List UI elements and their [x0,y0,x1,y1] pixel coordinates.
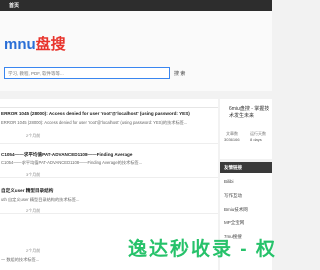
article-item[interactable]: C1054——求平均值PAT-ADVANCED1108——Finding Ave… [0,144,218,178]
article-meta: 2个月前 [26,248,41,253]
search-button[interactable]: 搜 索 [174,70,185,77]
friend-links-heading: 友情链接 [220,162,272,173]
top-nav-bar: 首页 [0,0,272,11]
friend-link[interactable]: Bmiu技术网 [224,207,248,213]
friend-link[interactable]: 写作互动 [224,193,242,199]
watermark-text: 逸达秒收录 - 权 [128,239,277,260]
stat-value-articles: 3036166 [224,137,240,142]
article-item[interactable]: 自定义user 精型目录结构 uth 自定义user 精型目录结构的技术标签..… [0,178,218,214]
article-excerpt: 一 数组的技术标签... [1,257,40,262]
article-excerpt: ERROR 1045 (28000): Access denied for us… [1,120,188,125]
article-excerpt: uth 自定义user 精型目录结构的技术标签... [1,197,80,202]
search-box [4,67,170,79]
logo-text-mnu: mnu [4,36,36,53]
article-title[interactable]: 自定义user 精型目录结构 [1,188,53,194]
article-item[interactable]: ERROR 1045 (28000): Access denied for us… [0,108,218,144]
logo-text-pansou: 盘搜 [35,36,66,53]
site-info-title: 6miu盘搜 - 掌握技术发生未来 [229,106,270,119]
list-heading [0,99,218,108]
article-title[interactable]: C1054——求平均值PAT-ADVANCED1108——Finding Ave… [1,152,132,158]
nav-home-link[interactable]: 首页 [9,2,19,9]
stat-value-days: 8 days [250,137,262,142]
site-logo[interactable]: mnu盘搜 [4,33,66,54]
site-info-card: 6miu盘搜 - 掌握技术发生未来 文章数 运行天数 3036166 8 day… [220,99,272,159]
friend-link[interactable]: Bilibi [224,179,234,184]
friend-link[interactable]: MP全宝网 [224,220,244,226]
article-title[interactable]: ERROR 1045 (28000): Access denied for us… [1,111,190,116]
article-meta: 2个月前 [26,133,41,138]
article-excerpt: C1054——求平均值PAT-ADVANCED1108——Finding Ave… [1,160,143,165]
search-input[interactable] [5,68,169,78]
